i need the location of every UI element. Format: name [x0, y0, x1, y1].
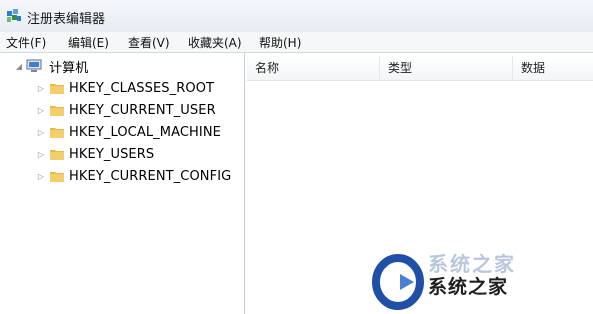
tree-item-hkey-current-config[interactable]: ▷ HKEY_CURRENT_CONFIG [36, 166, 231, 186]
tree-item-hkey-users[interactable]: ▷ HKEY_USERS [36, 144, 154, 164]
tree-item-computer[interactable]: ◢ 计算机 [14, 56, 90, 76]
column-header-data[interactable]: 数据 [513, 56, 593, 80]
tree-item-label: HKEY_LOCAL_MACHINE [69, 124, 221, 140]
watermark-text: 系统之家 [428, 276, 509, 298]
tree-item-hkey-current-user[interactable]: ▷ HKEY_CURRENT_USER [36, 100, 216, 120]
computer-icon [26, 59, 42, 72]
tree-item-label: HKEY_CLASSES_ROOT [69, 80, 215, 96]
collapsed-arrow-icon[interactable]: ▷ [36, 83, 46, 93]
collapsed-arrow-icon[interactable]: ▷ [36, 171, 46, 181]
watermark: 系统之家 系统之家 [362, 250, 593, 314]
menu-bar: 文件(F) 编辑(E) 查看(V) 收藏夹(A) 帮助(H) [0, 32, 593, 53]
folder-icon [50, 84, 64, 94]
tree-item-hkey-local-machine[interactable]: ▷ HKEY_LOCAL_MACHINE [36, 122, 221, 142]
tree-item-hkey-classes-root[interactable]: ▷ HKEY_CLASSES_ROOT [36, 78, 214, 98]
tree-item-label: 计算机 [49, 60, 89, 76]
collapsed-arrow-icon[interactable]: ▷ [36, 127, 46, 137]
folder-icon [50, 128, 64, 138]
watermark-logo-icon [372, 254, 424, 310]
folder-icon [50, 150, 64, 160]
registry-tree[interactable]: ◢ 计算机 ▷ HKEY_CLASSES_ROOT ▷ HKEY_CURRENT… [0, 53, 245, 314]
tree-item-label: HKEY_USERS [69, 146, 155, 162]
window-title: 注册表编辑器 [27, 12, 106, 27]
menu-edit[interactable]: 编辑(E) [68, 34, 109, 51]
menu-view[interactable]: 查看(V) [128, 34, 170, 51]
column-header-name[interactable]: 名称 [247, 56, 380, 80]
tree-item-label: HKEY_CURRENT_USER [69, 102, 216, 118]
menu-favorites[interactable]: 收藏夹(A) [188, 34, 242, 51]
menu-help[interactable]: 帮助(H) [259, 34, 301, 51]
folder-icon [50, 106, 64, 116]
collapsed-arrow-icon[interactable]: ▷ [36, 149, 46, 159]
collapsed-arrow-icon[interactable]: ▷ [36, 105, 46, 115]
list-header: 名称 类型 数据 [247, 56, 593, 81]
menu-file[interactable]: 文件(F) [6, 34, 46, 51]
expanded-arrow-icon[interactable]: ◢ [14, 61, 24, 71]
folder-icon [50, 172, 64, 182]
title-bar: 注册表编辑器 [0, 0, 593, 33]
registry-editor-icon [7, 9, 21, 22]
tree-item-label: HKEY_CURRENT_CONFIG [69, 168, 232, 184]
column-header-type[interactable]: 类型 [380, 56, 513, 80]
